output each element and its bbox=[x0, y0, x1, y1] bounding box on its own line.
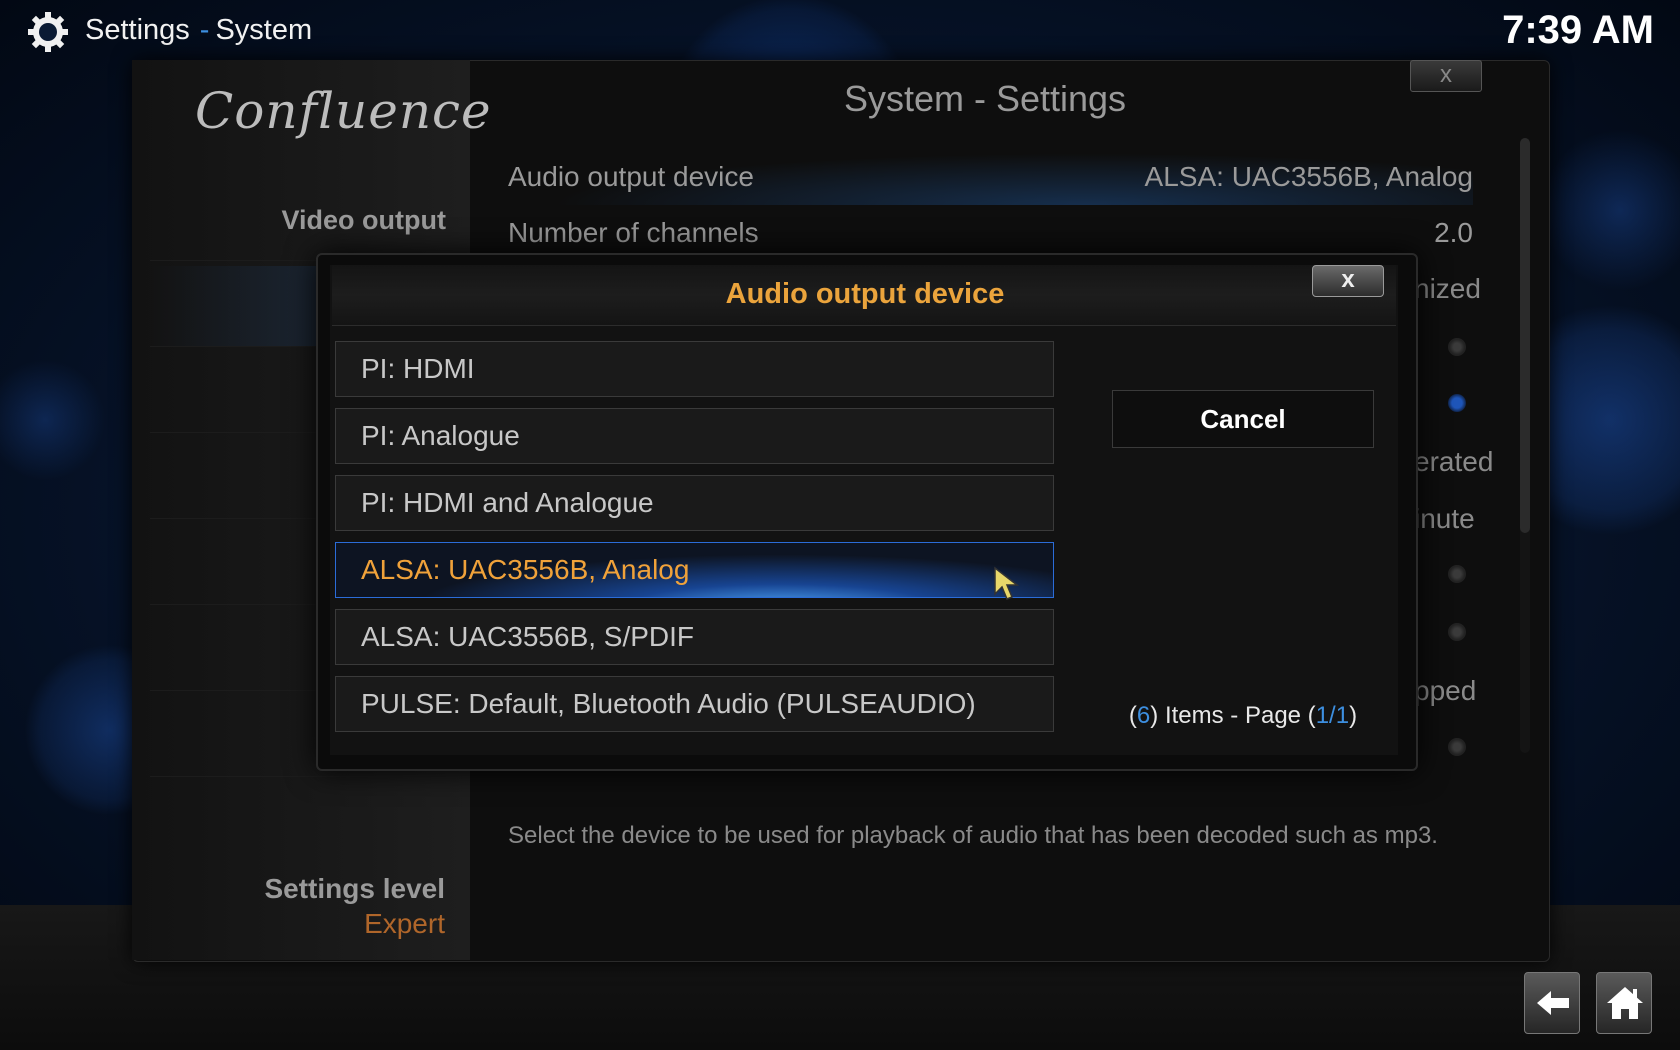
breadcrumb: Settings - System bbox=[85, 14, 312, 47]
items-page-text: Items - Page bbox=[1164, 702, 1302, 729]
window-title: System - Settings bbox=[843, 78, 1127, 119]
breadcrumb-section: Settings bbox=[85, 14, 190, 46]
settings-scroll-thumb[interactable] bbox=[1520, 138, 1530, 533]
back-button[interactable] bbox=[1524, 972, 1580, 1034]
page-number: 1/1 bbox=[1315, 702, 1350, 729]
toggle-indicator[interactable] bbox=[1448, 394, 1466, 412]
dialog-title: Audio output device bbox=[725, 278, 1005, 310]
setting-value-partial: inute bbox=[1414, 503, 1475, 534]
setting-row-audio-output-device[interactable]: Audio output device ALSA: UAC3556B, Anal… bbox=[508, 149, 1473, 205]
items-count: 6 bbox=[1136, 702, 1151, 729]
setting-value: ALSA: UAC3556B, Analog bbox=[1144, 161, 1473, 192]
mouse-pointer-icon bbox=[994, 566, 1020, 600]
settings-level-value[interactable]: Expert bbox=[364, 908, 445, 940]
cancel-button[interactable]: Cancel bbox=[1112, 390, 1374, 448]
sidebar-item-video-output[interactable]: Video output bbox=[150, 180, 446, 261]
back-arrow-icon bbox=[1537, 991, 1569, 1015]
setting-description: Select the device to be used for playbac… bbox=[508, 822, 1438, 849]
breadcrumb-separator: - bbox=[199, 14, 210, 46]
toggle-indicator[interactable] bbox=[1448, 738, 1466, 756]
gear-icon bbox=[28, 12, 68, 52]
toggle-indicator[interactable] bbox=[1448, 565, 1466, 583]
home-button[interactable] bbox=[1596, 972, 1652, 1034]
dialog-close-button[interactable]: x bbox=[1312, 265, 1384, 297]
breadcrumb-subsection: System bbox=[215, 14, 313, 46]
device-option-selected[interactable]: ALSA: UAC3556B, Analog bbox=[335, 542, 1054, 598]
window-close-button[interactable]: x bbox=[1410, 60, 1482, 92]
setting-label: Audio output device bbox=[508, 161, 754, 192]
device-option[interactable]: PI: HDMI bbox=[335, 341, 1054, 397]
setting-value: 2.0 bbox=[1434, 217, 1473, 248]
device-option[interactable]: PI: Analogue bbox=[335, 408, 1054, 464]
setting-value-partial: erated bbox=[1414, 446, 1494, 477]
setting-value-partial: pped bbox=[1414, 675, 1477, 706]
clock: 7:39 AM bbox=[1502, 8, 1654, 52]
home-icon bbox=[1607, 987, 1643, 1019]
top-bar: Settings - System 7:39 AM bbox=[0, 0, 1680, 64]
device-option[interactable]: PI: HDMI and Analogue bbox=[335, 475, 1054, 531]
device-option[interactable]: ALSA: UAC3556B, S/PDIF bbox=[335, 609, 1054, 665]
setting-value-partial: nized bbox=[1414, 273, 1481, 304]
device-option[interactable]: PULSE: Default, Bluetooth Audio (PULSEAU… bbox=[335, 676, 1054, 732]
settings-level-label[interactable]: Settings level bbox=[264, 873, 445, 905]
skin-logo: Confluence bbox=[195, 82, 492, 140]
items-page-info: (6) Items - Page (1/1) bbox=[1128, 702, 1358, 729]
toggle-indicator[interactable] bbox=[1448, 623, 1466, 641]
toggle-indicator[interactable] bbox=[1448, 338, 1466, 356]
